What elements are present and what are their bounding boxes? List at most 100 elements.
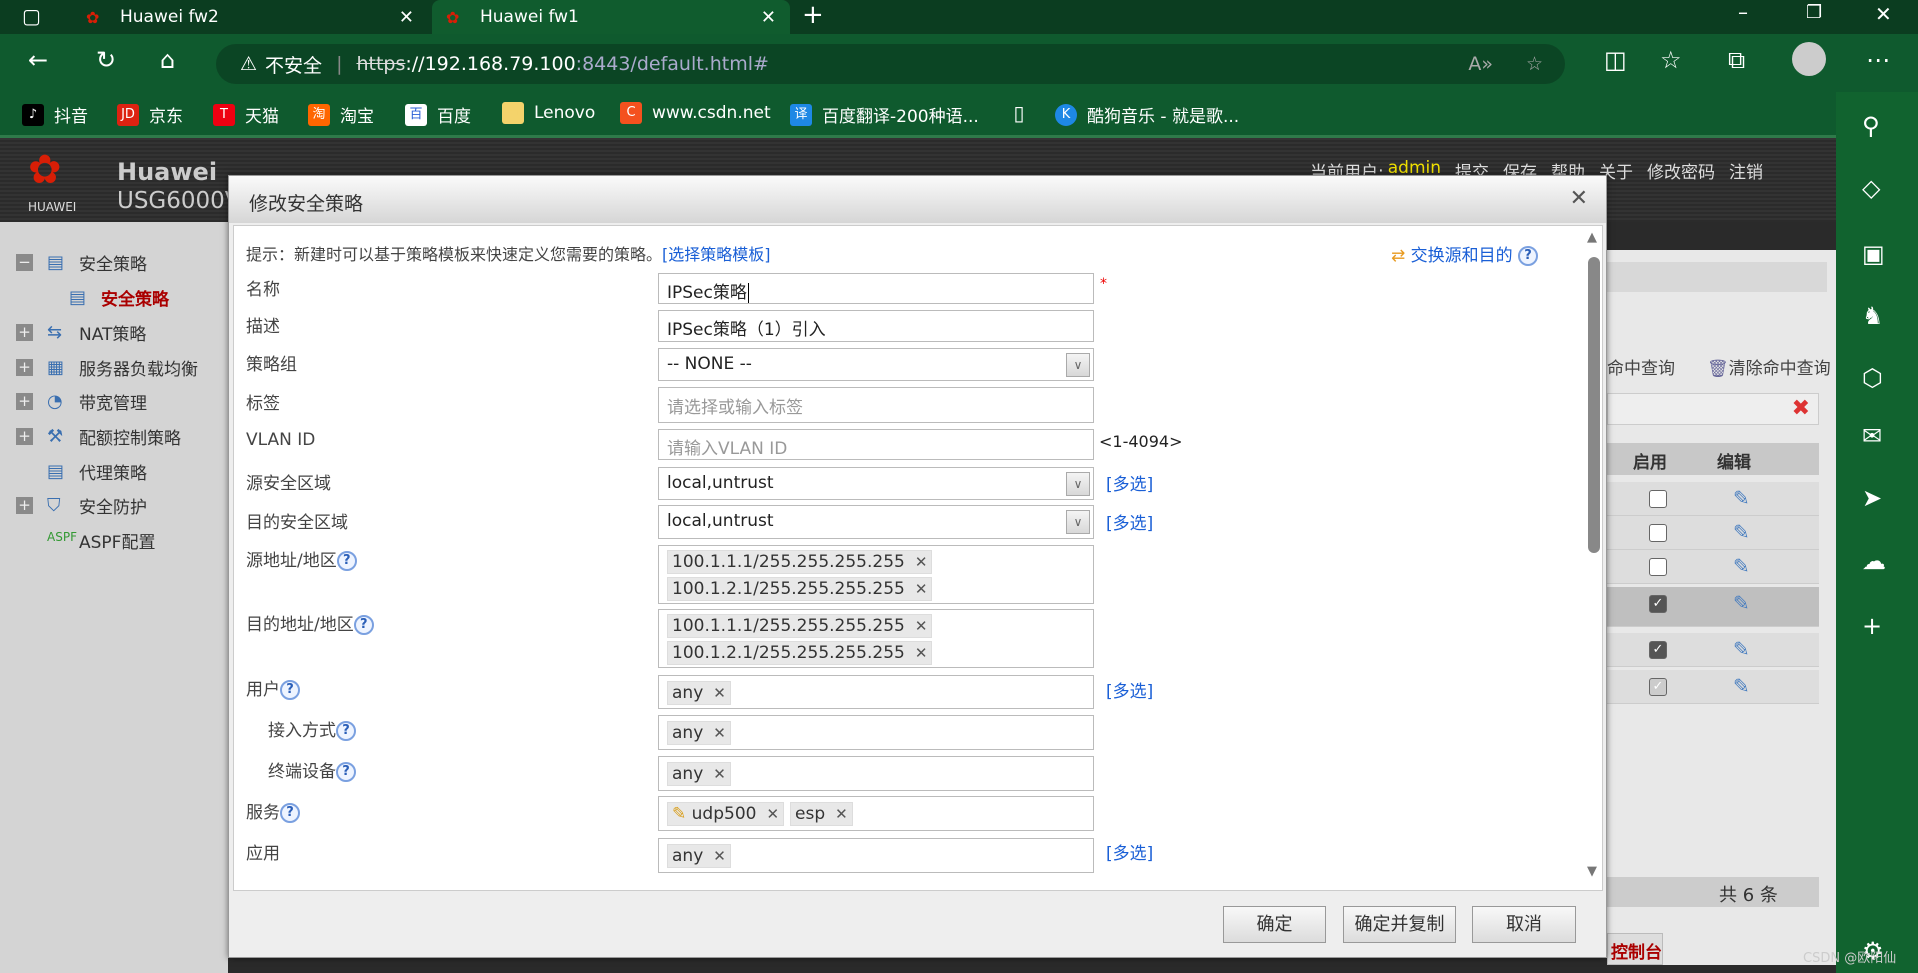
remove-icon[interactable]: ✕ bbox=[713, 765, 726, 783]
user-field[interactable]: any ✕ bbox=[658, 675, 1094, 709]
terminal-device-field[interactable]: any ✕ bbox=[658, 756, 1094, 791]
send-icon[interactable]: ➤ bbox=[1862, 484, 1882, 512]
close-filter-icon[interactable]: ✖ bbox=[1792, 396, 1810, 421]
enable-checkbox[interactable]: ✓ bbox=[1649, 641, 1667, 659]
enable-checkbox[interactable] bbox=[1649, 490, 1667, 508]
policy-group-select[interactable]: -- NONE -- ∨ bbox=[658, 348, 1094, 381]
name-input[interactable]: IPSec策略 bbox=[658, 273, 1094, 304]
outlook-icon[interactable]: ✉ bbox=[1862, 422, 1882, 450]
tab-fw2[interactable]: ✿ Huawei fw2 ✕ bbox=[72, 0, 428, 34]
change-password-link[interactable]: 修改密码 bbox=[1647, 158, 1715, 183]
nav-security-policy-group[interactable]: − ▤ 安全策略 bbox=[16, 250, 147, 275]
scroll-up-icon[interactable]: ▲ bbox=[1587, 230, 1597, 245]
src-zone-multiselect[interactable]: [多选] bbox=[1106, 470, 1153, 495]
help-icon[interactable]: ? bbox=[280, 803, 300, 823]
expand-icon[interactable]: + bbox=[16, 359, 33, 376]
edit-icon[interactable]: ✎ bbox=[1733, 554, 1750, 578]
cloud-icon[interactable]: ☁ bbox=[1862, 547, 1886, 575]
new-tab-icon[interactable]: + bbox=[802, 0, 824, 30]
console-tab[interactable]: 控制台 bbox=[1607, 933, 1663, 965]
profile-avatar[interactable] bbox=[1792, 42, 1826, 76]
service-field[interactable]: ✎ udp500 ✕ esp ✕ bbox=[658, 796, 1094, 831]
scroll-down-icon[interactable]: ▼ bbox=[1587, 864, 1597, 879]
ok-button[interactable]: 确定 bbox=[1223, 906, 1326, 943]
edit-icon[interactable]: ✎ bbox=[1733, 591, 1750, 615]
help-icon[interactable]: ? bbox=[1518, 246, 1539, 266]
edit-icon[interactable]: ✎ bbox=[1733, 486, 1750, 510]
office-icon[interactable]: ⬡ bbox=[1862, 364, 1883, 392]
dialog-titlebar[interactable]: 修改安全策略 bbox=[229, 176, 1606, 223]
ok-and-copy-button[interactable]: 确定并复制 bbox=[1343, 906, 1456, 943]
remove-icon[interactable]: ✕ bbox=[915, 553, 928, 571]
help-icon[interactable]: ? bbox=[336, 762, 356, 782]
edit-icon[interactable]: ✎ bbox=[1733, 520, 1750, 544]
user-multiselect[interactable]: [多选] bbox=[1106, 677, 1153, 702]
remove-icon[interactable]: ✕ bbox=[713, 724, 726, 742]
expand-icon[interactable]: + bbox=[16, 324, 33, 341]
favorites-icon[interactable]: ☆ bbox=[1660, 46, 1682, 74]
nav-nat-policy[interactable]: + ⇆ NAT策略 bbox=[16, 320, 146, 345]
enable-checkbox[interactable] bbox=[1649, 524, 1667, 542]
edit-icon[interactable]: ✎ bbox=[1733, 674, 1750, 698]
games-icon[interactable]: ♞ bbox=[1862, 302, 1884, 330]
bookmark-kugou[interactable]: K 酷狗音乐 - 就是歌... bbox=[1055, 102, 1239, 127]
cancel-button[interactable]: 取消 bbox=[1472, 906, 1576, 943]
remove-icon[interactable]: ✕ bbox=[835, 805, 848, 823]
collapse-icon[interactable]: − bbox=[16, 254, 33, 271]
dst-zone-multiselect[interactable]: [多选] bbox=[1106, 509, 1153, 534]
tab-fw1[interactable]: ✿ Huawei fw1 ✕ bbox=[432, 0, 790, 34]
bookmark-csdn[interactable]: Cwww.csdn.net bbox=[620, 102, 771, 124]
toolbox-icon[interactable]: ▣ bbox=[1862, 240, 1885, 268]
nav-proxy[interactable]: ▤ 代理策略 bbox=[47, 459, 147, 485]
clear-hit-query-button[interactable]: 🗑清除命中查询 bbox=[1707, 354, 1831, 379]
help-icon[interactable]: ? bbox=[336, 551, 357, 571]
close-dialog-icon[interactable]: ✕ bbox=[1570, 186, 1588, 211]
add-favorite-icon[interactable]: ☆ bbox=[1526, 53, 1543, 75]
bookmark-jd[interactable]: JD 京东 bbox=[117, 102, 183, 127]
close-window-icon[interactable]: ✕ bbox=[1875, 2, 1892, 26]
refresh-icon[interactable]: ↻ bbox=[96, 46, 116, 74]
enable-checkbox[interactable] bbox=[1649, 558, 1667, 576]
swap-src-dst-link[interactable]: ⇄ 交换源和目的 ? bbox=[1391, 241, 1539, 266]
enable-checkbox[interactable]: ✓ bbox=[1649, 678, 1667, 696]
dest-zone-select[interactable]: local,untrust ∨ bbox=[658, 505, 1094, 539]
bookmark-page[interactable]: ▯ bbox=[1008, 102, 1040, 124]
add-icon[interactable]: + bbox=[1862, 612, 1882, 640]
help-icon[interactable]: ? bbox=[336, 721, 356, 741]
source-zone-select[interactable]: local,untrust ∨ bbox=[658, 467, 1094, 500]
chevron-down-icon[interactable]: ∨ bbox=[1066, 472, 1090, 496]
nav-protection[interactable]: + ⛉ 安全防护 bbox=[16, 493, 147, 518]
search-icon[interactable]: ⚲ bbox=[1862, 112, 1880, 140]
close-tab-icon[interactable]: ✕ bbox=[761, 7, 776, 28]
more-icon[interactable]: ⋯ bbox=[1866, 46, 1890, 74]
access-mode-field[interactable]: any ✕ bbox=[658, 715, 1094, 750]
expand-icon[interactable]: + bbox=[16, 393, 33, 410]
chevron-down-icon[interactable]: ∨ bbox=[1066, 353, 1090, 377]
address-bar[interactable]: ⚠ 不安全 | https ://192.168.79.100 :8443/de… bbox=[216, 44, 1565, 84]
nav-bandwidth[interactable]: + ◔ 带宽管理 bbox=[16, 389, 147, 414]
tab-actions-icon[interactable]: ▢ bbox=[22, 4, 41, 28]
hit-query-button[interactable]: 命中查询 bbox=[1607, 354, 1675, 379]
home-icon[interactable]: ⌂ bbox=[160, 46, 175, 74]
minimize-icon[interactable]: – bbox=[1738, 0, 1748, 24]
select-template-link[interactable]: [选择策略模板] bbox=[662, 245, 771, 264]
bookmark-tmall[interactable]: T 天猫 bbox=[213, 102, 279, 127]
chevron-down-icon[interactable]: ∨ bbox=[1066, 510, 1090, 534]
help-icon[interactable]: ? bbox=[353, 615, 374, 635]
read-aloud-icon[interactable]: A» bbox=[1468, 53, 1493, 75]
tag-input[interactable]: 请选择或输入标签 bbox=[658, 387, 1094, 423]
scrollbar-thumb[interactable] bbox=[1588, 257, 1600, 553]
collections-icon[interactable]: ⧉ bbox=[1728, 46, 1745, 74]
application-field[interactable]: any ✕ bbox=[658, 838, 1094, 873]
description-input[interactable]: IPSec策略（1）引入 bbox=[658, 310, 1094, 342]
expand-icon[interactable]: + bbox=[16, 428, 33, 445]
app-multiselect[interactable]: [多选] bbox=[1106, 839, 1153, 864]
help-icon[interactable]: ? bbox=[280, 680, 300, 700]
nav-security-policy[interactable]: ▤ 安全策略 bbox=[69, 285, 169, 311]
remove-icon[interactable]: ✕ bbox=[713, 847, 726, 865]
remove-icon[interactable]: ✕ bbox=[713, 684, 726, 702]
enable-checkbox[interactable]: ✓ bbox=[1649, 595, 1667, 613]
nav-slb[interactable]: + ▦ 服务器负载均衡 bbox=[16, 355, 198, 380]
expand-icon[interactable]: + bbox=[16, 497, 33, 514]
security-warning[interactable]: 不安全 bbox=[265, 51, 322, 78]
